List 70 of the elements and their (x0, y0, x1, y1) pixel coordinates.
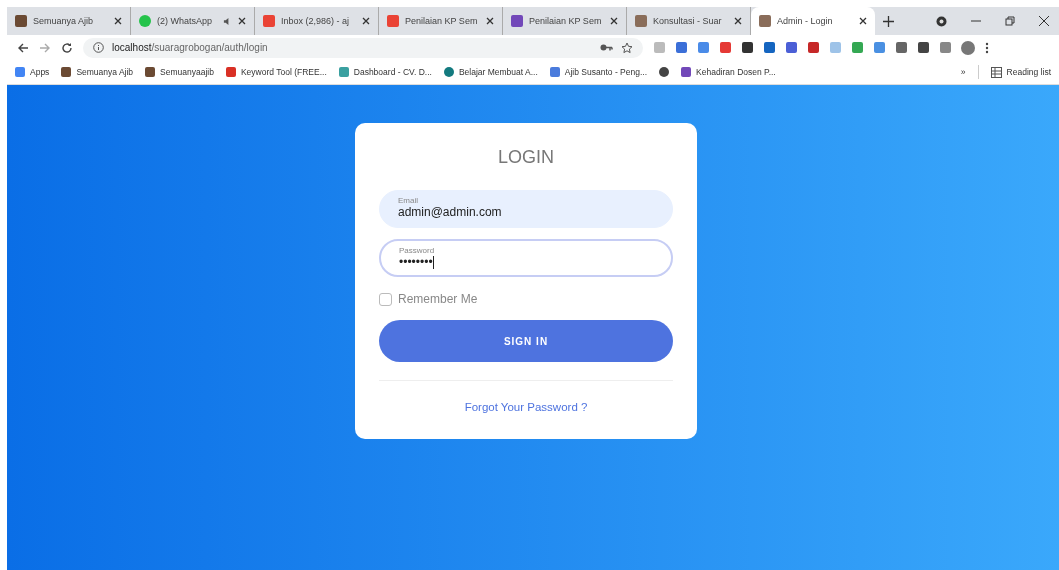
close-icon[interactable] (734, 17, 742, 25)
close-icon[interactable] (362, 17, 370, 25)
favicon-icon (139, 15, 151, 27)
tab-title: Konsultasi - Suar (653, 16, 723, 26)
extension-icon[interactable] (742, 42, 753, 53)
record-icon[interactable] (936, 15, 947, 27)
favicon-icon (61, 67, 72, 77)
menu-icon[interactable] (985, 41, 989, 54)
extension-icon[interactable] (918, 42, 929, 53)
bookmark[interactable] (659, 67, 670, 77)
key-icon[interactable] (600, 43, 613, 52)
browser-tab[interactable]: Admin - Login (751, 7, 875, 35)
favicon-icon (387, 15, 399, 27)
extension-icon[interactable] (808, 42, 819, 53)
close-icon[interactable] (238, 17, 246, 25)
favicon-icon (681, 67, 692, 77)
reading-list-button[interactable]: Reading list (990, 66, 1051, 78)
favicon-icon (659, 67, 670, 77)
extension-icon[interactable] (676, 42, 687, 53)
favicon-icon (443, 67, 454, 77)
star-icon[interactable] (621, 41, 633, 54)
favicon-icon (15, 67, 25, 77)
extension-icon[interactable] (764, 42, 775, 53)
favicon-icon (15, 15, 27, 27)
bookmark[interactable]: Kehadiran Dosen P... (681, 67, 776, 77)
email-field[interactable]: Email admin@admin.com (379, 190, 673, 228)
extension-icon[interactable] (786, 42, 797, 53)
list-icon (990, 66, 1002, 78)
info-icon (93, 42, 104, 53)
reload-icon[interactable] (61, 41, 73, 54)
tab-title: Penilaian KP Sem (405, 16, 479, 26)
new-tab-icon[interactable] (883, 15, 894, 27)
favicon-icon (145, 67, 156, 77)
bookmark[interactable]: Belajar Membuat A... (443, 67, 538, 77)
favicon-icon (225, 67, 236, 77)
remember-label: Remember Me (398, 292, 478, 306)
favicon-icon (635, 15, 647, 27)
forgot-password-link[interactable]: Forgot Your Password ? (464, 401, 588, 413)
bookmark[interactable]: Semuanyaajib (145, 67, 214, 77)
extension-icon[interactable] (896, 42, 907, 53)
favicon-icon (338, 67, 349, 77)
favicon-icon (263, 15, 275, 27)
favicon-icon (759, 15, 771, 27)
bookmark[interactable]: Keyword Tool (FREE... (225, 67, 327, 77)
bookmark[interactable]: Ajib Susanto - Peng... (549, 67, 648, 77)
bookmark[interactable]: Semuanya Ajib (61, 67, 134, 77)
login-title: LOGIN (497, 147, 555, 168)
address-bar[interactable]: localhost/suaragrobogan/auth/login (83, 37, 643, 58)
close-icon[interactable] (486, 17, 494, 25)
tab-title: Inbox (2,986) - aj (281, 16, 351, 26)
favicon-icon (549, 67, 560, 77)
avatar-icon[interactable] (961, 40, 975, 55)
tab-title: Penilaian KP Sem (529, 16, 603, 26)
url-text: localhost/suaragrobogan/auth/login (112, 42, 268, 53)
sign-in-button[interactable]: SIGN IN (379, 320, 673, 362)
tab-title: Semuanya Ajib (33, 16, 95, 26)
password-field[interactable]: Password •••••••• (379, 239, 673, 277)
restore-icon[interactable] (1005, 16, 1015, 26)
close-icon[interactable] (114, 17, 122, 25)
back-icon[interactable] (17, 41, 29, 54)
close-icon[interactable] (1039, 16, 1049, 26)
overflow-chevron[interactable]: » (960, 67, 966, 77)
tab-title: (2) WhatsApp (157, 16, 214, 26)
tab-title: Admin - Login (777, 16, 834, 26)
close-icon[interactable] (859, 17, 867, 25)
bookmark[interactable]: Dashboard - CV. D... (338, 67, 432, 77)
favicon-icon (511, 15, 523, 27)
bookmark[interactable]: Apps (15, 67, 50, 77)
remember-checkbox[interactable] (379, 292, 392, 306)
close-icon[interactable] (610, 17, 618, 25)
